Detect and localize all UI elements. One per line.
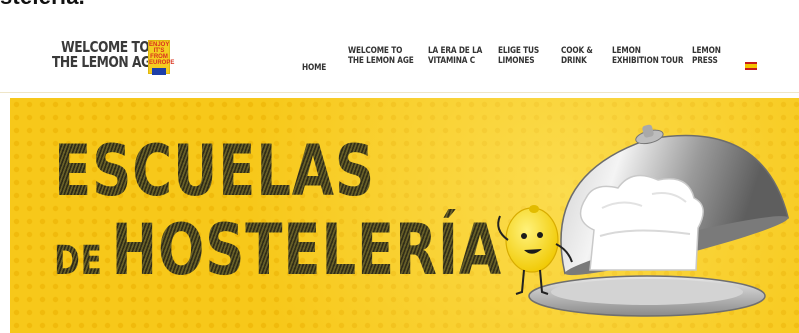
- nav-lemon-exhibition-tour[interactable]: LEMON EXHIBITION TOUR: [612, 46, 684, 66]
- nav-elige-limones[interactable]: ELIGE TUS LIMONES: [498, 46, 539, 66]
- site-header: WELCOME TO THE LEMON AGE ENJOY IT'S FROM…: [0, 28, 799, 93]
- language-spain-flag-icon[interactable]: [745, 62, 757, 70]
- nav-lemon-press[interactable]: LEMON PRESS: [692, 46, 721, 66]
- nav-home[interactable]: HOME: [302, 63, 326, 73]
- nav-welcome-lemon-age[interactable]: WELCOME TO THE LEMON AGE: [348, 46, 414, 66]
- chef-hat: [579, 174, 704, 271]
- hero-title-hosteleria: Hostelería: [111, 209, 502, 291]
- nav-era-vitamina-c[interactable]: LA ERA DE LA VITAMINA C: [428, 46, 482, 66]
- hero-title-line-1: Escuelas: [54, 135, 502, 207]
- hero-banner: Escuelas de Hostelería: [10, 98, 799, 333]
- hero-title-line-2: de Hostelería: [54, 209, 502, 291]
- main-nav: HOME WELCOME TO THE LEMON AGE LA ERA DE …: [0, 28, 799, 92]
- nav-cook-drink[interactable]: COOK & DRINK: [561, 46, 593, 66]
- page-heading-fragment: stelería.: [0, 0, 85, 10]
- lemon-chef-cloche-illustration: [497, 124, 790, 317]
- hero-title-de: de: [54, 238, 103, 284]
